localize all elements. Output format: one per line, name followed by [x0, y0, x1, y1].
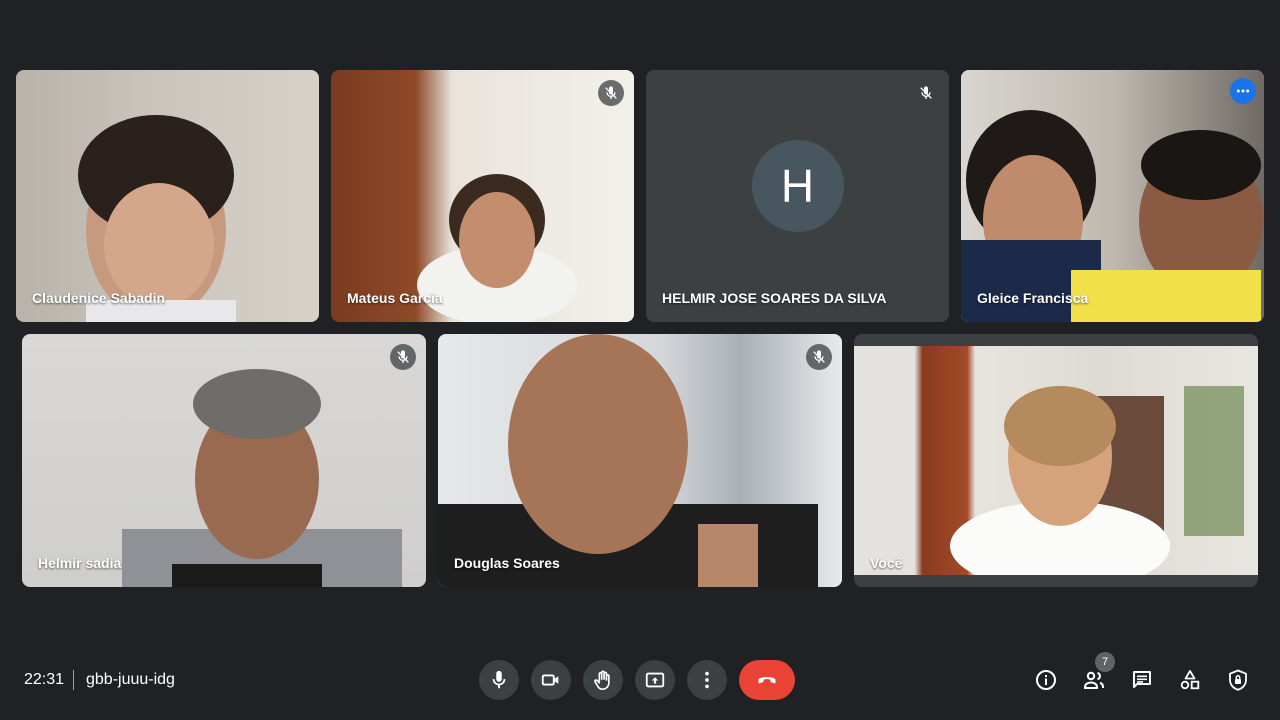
video-feed: [22, 334, 426, 587]
participant-tile-helmir-sadia[interactable]: Helmir sadia: [22, 334, 426, 587]
present-icon: [645, 672, 665, 688]
camera-button[interactable]: [531, 660, 571, 700]
person-silhouette: [961, 110, 1263, 322]
muted-mic-icon: [806, 344, 832, 370]
more-horiz-icon: [1236, 89, 1250, 93]
video-feed: [331, 70, 634, 322]
avatar: H: [751, 140, 844, 232]
person-silhouette: [417, 174, 577, 322]
mic-button[interactable]: [479, 660, 519, 700]
participant-name: Mateus Garcia: [347, 290, 443, 306]
person-silhouette: [122, 369, 402, 587]
muted-mic-icon: [913, 80, 939, 106]
participant-tile-gleice[interactable]: Gleice Francisca: [961, 70, 1264, 322]
participant-tile-douglas[interactable]: Douglas Soares: [438, 334, 842, 587]
participant-tile-claudenice[interactable]: Claudenice Sabadin: [16, 70, 319, 322]
participant-name: Helmir sadia: [38, 555, 122, 571]
person-silhouette: [950, 386, 1244, 587]
hang-up-icon: [758, 677, 776, 684]
more-options-icon: [705, 671, 709, 689]
chat-icon: [1133, 671, 1151, 688]
muted-mic-icon: [390, 344, 416, 370]
person-silhouette: [438, 334, 818, 587]
video-feed: [438, 334, 842, 587]
meeting-clock: 22:31: [24, 671, 65, 688]
chat-button[interactable]: [1122, 660, 1162, 700]
info-icon: [1036, 670, 1056, 690]
more-options-button[interactable]: [1230, 78, 1256, 104]
participant-tile-mateus[interactable]: Mateus Garcia: [331, 70, 634, 322]
more-options-button[interactable]: [687, 660, 727, 700]
raise-hand-button[interactable]: [583, 660, 623, 700]
participant-name: Douglas Soares: [454, 555, 560, 571]
muted-mic-icon: [598, 80, 624, 106]
hang-up-button[interactable]: [739, 660, 795, 700]
participant-name: Você: [870, 555, 903, 571]
video-feed: [961, 70, 1264, 322]
meeting-details-button[interactable]: [1026, 660, 1066, 700]
participant-name: Claudenice Sabadin: [32, 290, 166, 306]
activities-button[interactable]: [1170, 660, 1210, 700]
participant-name: Gleice Francisca: [977, 290, 1089, 306]
video-feed: [854, 346, 1258, 587]
host-controls-icon: [1229, 669, 1247, 691]
person-silhouette: [78, 115, 236, 322]
raise-hand-icon: [594, 670, 610, 690]
host-controls-button[interactable]: [1218, 660, 1258, 700]
mic-icon: [492, 670, 506, 689]
divider: [73, 670, 74, 690]
participant-count-badge: 7: [1095, 652, 1115, 672]
video-feed: [16, 70, 319, 322]
bottom-toolbar: 22:31 gbb-juuu-idg 7: [0, 640, 1280, 720]
camera-icon: [541, 674, 559, 686]
activities-icon: [1180, 670, 1200, 690]
participant-tile-helmir-jose[interactable]: H HELMIR JOSE SOARES DA SILVA: [646, 70, 949, 322]
participant-name: HELMIR JOSE SOARES DA SILVA: [662, 290, 887, 306]
present-button[interactable]: [635, 660, 675, 700]
meeting-code: gbb-juuu-idg: [86, 671, 175, 688]
participant-tile-self[interactable]: Você: [854, 334, 1258, 587]
